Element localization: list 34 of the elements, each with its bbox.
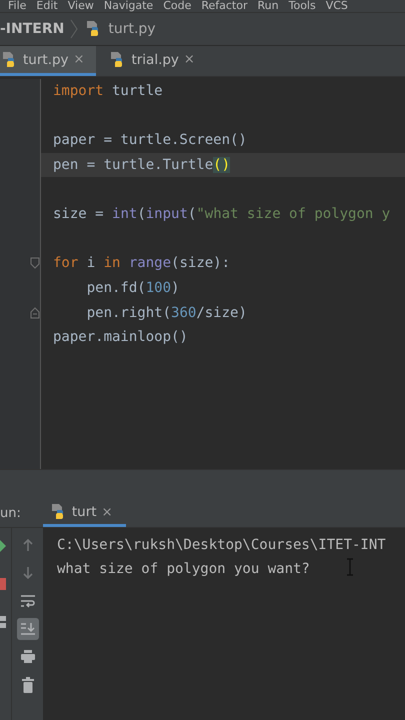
fold-marker-icon[interactable] [30, 257, 40, 270]
code-line: pen.fd(100) [86, 280, 180, 296]
run-label: un: [0, 506, 21, 521]
menu-item[interactable]: Run [258, 0, 279, 12]
close-icon[interactable]: × [102, 504, 112, 520]
code-line: pen.right(360/size) [86, 304, 247, 321]
menu-item[interactable]: Code [163, 0, 192, 12]
layout-icon[interactable] [0, 616, 6, 628]
breadcrumb-file[interactable]: turt.py [108, 21, 156, 37]
code-line: paper.mainloop() [53, 329, 188, 346]
menu-item[interactable]: View [68, 0, 94, 12]
code-line: size = int(input("what size of polygon y [53, 206, 390, 222]
code-line: for i in range(size): [53, 255, 230, 272]
close-icon[interactable]: × [74, 52, 84, 67]
code-line: pen = turtle.Turtle() [53, 157, 230, 174]
menu-item[interactable]: Navigate [104, 0, 154, 12]
text-cursor-icon [346, 558, 354, 576]
play-icon[interactable] [0, 540, 6, 552]
console-line: what size of polygon you want? [57, 560, 310, 578]
console-line: C:\Users\ruksh\Desktop\Courses\ITET-INT [57, 536, 386, 554]
menu-item[interactable]: VCS [326, 0, 348, 12]
breadcrumb-project[interactable]: -INTERN [0, 21, 64, 37]
menu-item[interactable]: Refactor [201, 0, 248, 12]
menu-item[interactable]: File [8, 0, 26, 12]
fold-marker-icon[interactable] [30, 306, 40, 319]
file-tab[interactable]: trial.py × [96, 46, 207, 76]
chevron-icon [70, 19, 78, 39]
code-line: import turtle [53, 83, 163, 100]
code-line: paper = turtle.Screen() [53, 132, 247, 148]
menu-item[interactable]: Tools [288, 0, 316, 12]
close-icon[interactable]: × [184, 52, 195, 67]
file-tab[interactable]: turt.py × [0, 46, 96, 76]
menu-item[interactable]: Edit [36, 0, 58, 12]
scroll-to-end-icon[interactable] [16, 618, 38, 640]
